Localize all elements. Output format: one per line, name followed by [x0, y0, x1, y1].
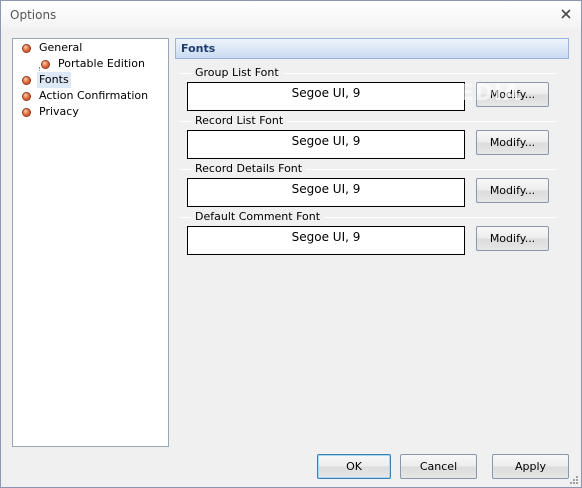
- bullet-icon: [22, 107, 31, 117]
- tree-item-label: Privacy: [39, 105, 79, 118]
- tree-item-portable-edition[interactable]: Portable Edition: [41, 56, 147, 72]
- tree-item-label: Portable Edition: [58, 57, 145, 70]
- apply-button[interactable]: Apply: [492, 454, 569, 479]
- close-button[interactable]: [557, 5, 575, 23]
- group-list-font-group: Group List Font: [179, 66, 557, 80]
- group-label: Record Details Font: [191, 162, 307, 176]
- tree-item-action-confirmation[interactable]: Action Confirmation: [22, 88, 150, 104]
- bullet-icon: [22, 75, 31, 85]
- modify-group-list-font-button[interactable]: Modify...: [476, 82, 549, 107]
- record-list-font-group: Record List Font: [179, 114, 557, 128]
- tree-item-label: General: [39, 41, 83, 54]
- bullet-icon: [22, 43, 31, 53]
- default-comment-font-group: Default Comment Font: [179, 210, 557, 224]
- group-list-font-preview: Segoe UI, 9: [187, 82, 465, 111]
- modify-record-details-font-button[interactable]: Modify...: [476, 178, 549, 203]
- close-icon: [561, 9, 571, 19]
- panel-title: Fonts: [175, 38, 569, 59]
- modify-default-comment-font-button[interactable]: Modify...: [476, 226, 549, 251]
- resize-grip-icon[interactable]: [569, 475, 579, 485]
- tree-item-fonts[interactable]: Fonts: [22, 72, 71, 88]
- bullet-icon: [22, 91, 31, 101]
- modify-record-list-font-button[interactable]: Modify...: [476, 130, 549, 155]
- group-label: Record List Font: [191, 114, 288, 128]
- options-tree[interactable]: General Portable Edition Fonts Action Co…: [12, 38, 169, 447]
- record-details-font-preview: Segoe UI, 9: [187, 178, 465, 207]
- tree-item-general[interactable]: General: [22, 40, 84, 56]
- bullet-icon: [41, 59, 50, 69]
- ok-button[interactable]: OK: [317, 454, 391, 479]
- record-details-font-group: Record Details Font: [179, 162, 557, 176]
- record-list-font-preview: Segoe UI, 9: [187, 130, 465, 159]
- tree-item-label: Action Confirmation: [39, 89, 149, 102]
- cancel-button[interactable]: Cancel: [400, 454, 477, 479]
- options-dialog: Options General Portable Edition Fonts A…: [0, 0, 582, 488]
- window-title: Options: [10, 8, 57, 22]
- group-label: Default Comment Font: [191, 210, 325, 224]
- tree-item-privacy[interactable]: Privacy: [22, 104, 81, 120]
- tree-item-label: Fonts: [37, 72, 71, 88]
- dialog-client-area: General Portable Edition Fonts Action Co…: [1, 29, 581, 487]
- default-comment-font-preview: Segoe UI, 9: [187, 226, 465, 255]
- title-bar: Options: [1, 1, 581, 29]
- group-label: Group List Font: [191, 66, 283, 80]
